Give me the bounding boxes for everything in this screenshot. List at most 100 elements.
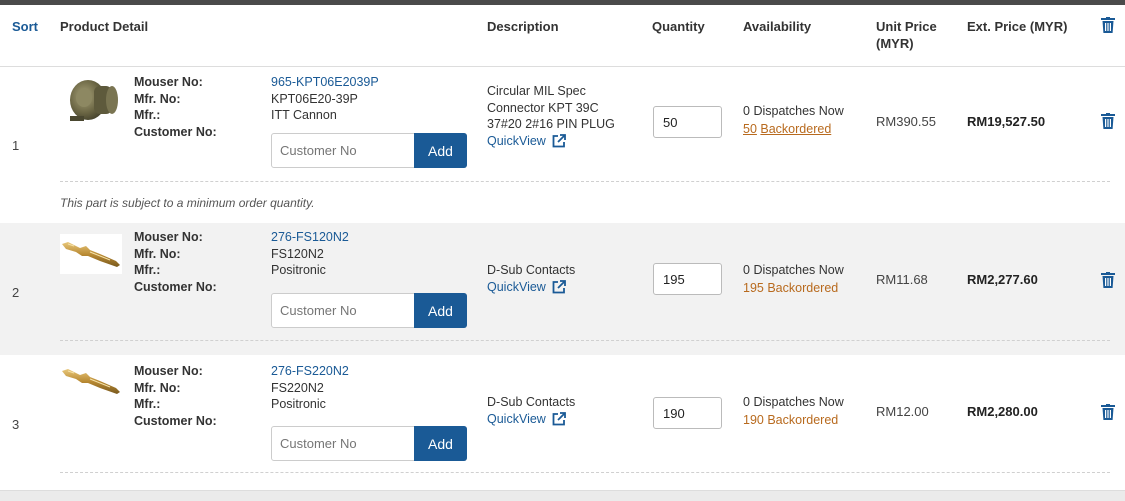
description-column-header: Description [487, 19, 559, 34]
backorder-count: 195 [743, 281, 764, 295]
mfr-no-value: KPT06E20-39P [271, 91, 358, 106]
availability-column-header: Availability [743, 19, 812, 34]
quickview-link[interactable]: QuickView [487, 133, 566, 150]
customer-no-label: Customer No: [134, 279, 217, 294]
table-row: 3 Mouser No: Mfr. No: Mfr.: Customer No:… [0, 355, 1125, 490]
quickview-label: QuickView [487, 133, 546, 148]
quantity-input[interactable] [653, 106, 722, 138]
part-values: 276-FS120N2 FS120N2 Positronic [271, 229, 349, 279]
unit-price-currency-label: (MYR) [876, 36, 914, 51]
part-labels: Mouser No: Mfr. No: Mfr.: Customer No: [134, 229, 217, 295]
add-customer-no-button[interactable]: Add [414, 133, 467, 168]
customer-no-input[interactable] [272, 134, 415, 167]
part-labels: Mouser No: Mfr. No: Mfr.: Customer No: [134, 74, 217, 140]
external-link-icon [552, 134, 566, 148]
table-row: 1 Mouser No: Mfr. No: Mfr.: Customer No:… [0, 68, 1125, 223]
customer-no-group: Add [271, 426, 467, 461]
mfr-label: Mfr.: [134, 263, 161, 277]
unit-price: RM12.00 [876, 404, 929, 419]
part-labels: Mouser No: Mfr. No: Mfr.: Customer No: [134, 363, 217, 429]
dispatch-status: 0 Dispatches Now [743, 102, 844, 120]
row-divider [60, 181, 1110, 182]
minimum-order-note: This part is subject to a minimum order … [60, 196, 315, 210]
description-cell: Circular MIL Spec Connector KPT 39C 37#2… [487, 83, 615, 149]
remove-item-trash-icon[interactable] [1101, 113, 1115, 129]
cart-table-header: Sort Product Detail Description Quantity… [0, 5, 1125, 67]
mouser-no-link[interactable]: 276-FS220N2 [271, 363, 349, 380]
quickview-label: QuickView [487, 279, 546, 294]
part-values: 276-FS220N2 FS220N2 Positronic [271, 363, 349, 413]
availability-cell: 0 Dispatches Now 190 Backordered [743, 393, 844, 429]
backorder-status: 195 Backordered [743, 279, 844, 297]
mouser-no-link[interactable]: 965-KPT06E2039P [271, 74, 379, 91]
customer-no-label: Customer No: [134, 124, 217, 139]
product-detail-column-header: Product Detail [60, 19, 149, 34]
dispatch-status: 0 Dispatches Now [743, 261, 844, 279]
mfr-value: Positronic [271, 263, 326, 277]
dispatch-text: Dispatches Now [753, 263, 844, 277]
dsub-contact-pin-image[interactable] [60, 361, 122, 401]
backorder-text: Backordered [760, 122, 832, 136]
ext-price: RM2,280.00 [967, 404, 1038, 419]
add-customer-no-button[interactable]: Add [414, 426, 467, 461]
mfr-label: Mfr.: [134, 108, 161, 122]
customer-no-input[interactable] [272, 427, 415, 460]
unit-price: RM390.55 [876, 114, 936, 129]
backorder-link[interactable]: 50 Backordered [743, 120, 844, 138]
delete-all-trash-icon[interactable] [1101, 17, 1115, 33]
row-number: 2 [12, 285, 20, 300]
quantity-input[interactable] [653, 397, 722, 429]
dispatch-text: Dispatches Now [753, 104, 844, 118]
mouser-no-link[interactable]: 276-FS120N2 [271, 229, 349, 246]
description-cell: D-Sub Contacts QuickView [487, 394, 575, 427]
quantity-column-header: Quantity [652, 19, 705, 34]
quantity-input[interactable] [653, 263, 722, 295]
dispatch-status: 0 Dispatches Now [743, 393, 844, 411]
availability-cell: 0 Dispatches Now 50 Backordered [743, 102, 844, 138]
external-link-icon [552, 412, 566, 426]
backorder-text: Backordered [767, 281, 839, 295]
remove-item-trash-icon[interactable] [1101, 272, 1115, 288]
unit-price: RM11.68 [876, 272, 928, 287]
dispatch-count: 0 [743, 263, 750, 277]
description-cell: D-Sub Contacts QuickView [487, 262, 575, 295]
description-line: D-Sub Contacts [487, 263, 576, 277]
availability-cell: 0 Dispatches Now 195 Backordered [743, 261, 844, 297]
description-line: Connector KPT 39C [487, 100, 599, 115]
circular-connector-image[interactable] [60, 72, 122, 124]
add-customer-no-button[interactable]: Add [414, 293, 467, 328]
ext-price: RM19,527.50 [967, 114, 1046, 129]
remove-item-trash-icon[interactable] [1101, 404, 1115, 420]
dispatch-count: 0 [743, 104, 750, 118]
backorder-status: 190 Backordered [743, 411, 844, 429]
quickview-label: QuickView [487, 411, 546, 426]
sort-column-header[interactable]: Sort [12, 18, 38, 35]
ext-price: RM2,277.60 [967, 272, 1038, 287]
description-line: D-Sub Contacts [487, 395, 576, 409]
customer-no-label: Customer No: [134, 413, 217, 428]
customer-no-group: Add [271, 293, 467, 328]
dsub-contact-pin-image[interactable] [60, 229, 122, 279]
row-number: 3 [12, 417, 20, 432]
table-footer-bar [0, 490, 1125, 501]
description-line: Circular MIL Spec [487, 84, 586, 98]
unit-price-column-header: Unit Price [876, 19, 937, 34]
mfr-no-value: FS120N2 [271, 246, 324, 261]
mfr-no-label: Mfr. No: [134, 380, 181, 395]
backorder-count: 190 [743, 413, 764, 427]
mouser-no-label: Mouser No: [134, 364, 203, 378]
row-number: 1 [12, 138, 20, 153]
description-line: 37#20 2#16 PIN PLUG [487, 117, 615, 131]
customer-no-input[interactable] [272, 294, 415, 327]
table-row: 2 Mouser No: Mfr. No: Mfr.: Customer No:… [0, 223, 1125, 355]
mfr-no-label: Mfr. No: [134, 246, 181, 261]
quickview-link[interactable]: QuickView [487, 279, 566, 296]
row-divider [60, 340, 1110, 341]
mfr-value: ITT Cannon [271, 108, 337, 122]
ext-price-column-header: Ext. Price (MYR) [967, 19, 1068, 34]
mfr-no-label: Mfr. No: [134, 91, 181, 106]
external-link-icon [552, 280, 566, 294]
quickview-link[interactable]: QuickView [487, 411, 566, 428]
mouser-no-label: Mouser No: [134, 230, 203, 244]
part-values: 965-KPT06E2039P KPT06E20-39P ITT Cannon [271, 74, 379, 124]
